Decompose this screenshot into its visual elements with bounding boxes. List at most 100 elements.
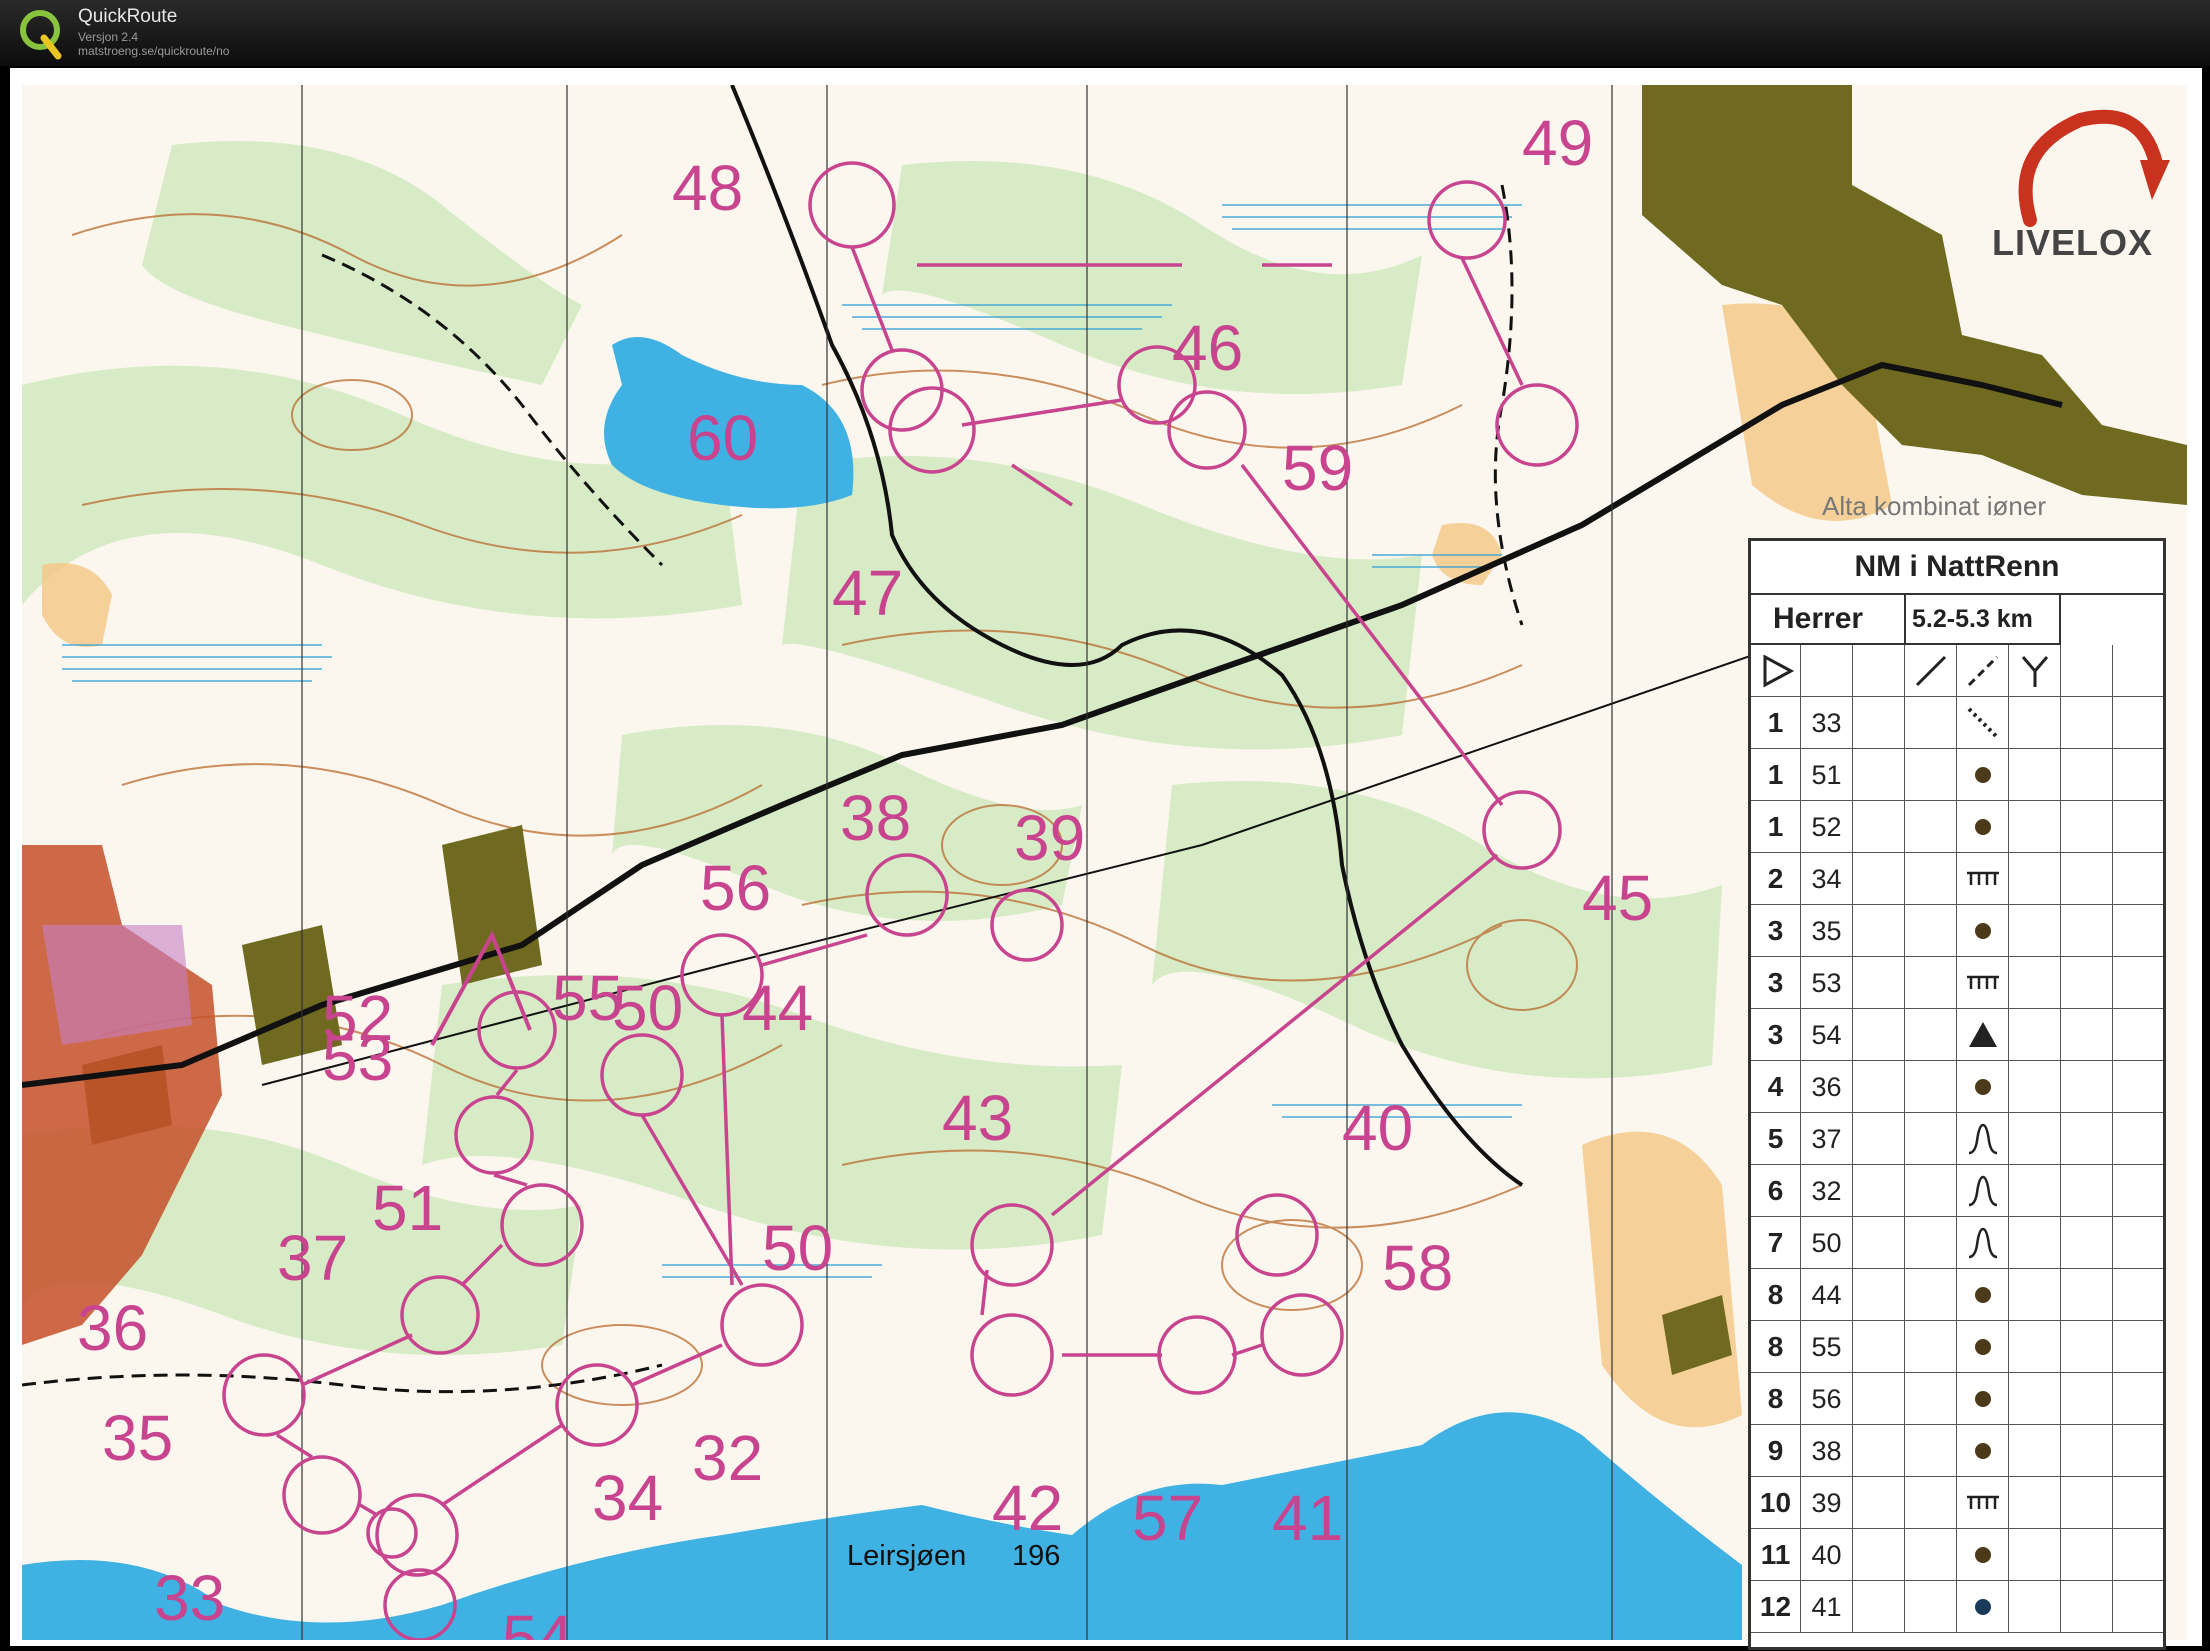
control-row: 3 53 bbox=[1751, 957, 2163, 1009]
control-number-53: 53 bbox=[322, 1022, 393, 1094]
control-code: 32 bbox=[1801, 1165, 1853, 1216]
control-sequence: 11 bbox=[1751, 1529, 1801, 1580]
control-code: 39 bbox=[1801, 1477, 1853, 1528]
quickroute-logo-icon bbox=[20, 10, 62, 60]
control-number-33: 33 bbox=[154, 1562, 225, 1634]
purple-hatched-area bbox=[42, 925, 192, 1045]
title-bar: QuickRoute Versjon 2.4 matstroeng.se/qui… bbox=[0, 0, 2210, 66]
control-code: 51 bbox=[1801, 749, 1853, 800]
control-row: 3 35 bbox=[1751, 905, 2163, 957]
control-code: 52 bbox=[1801, 801, 1853, 852]
control-number-59: 59 bbox=[1282, 432, 1353, 504]
control-row: 9 38 bbox=[1751, 1425, 2163, 1477]
place-label: Alta kombinat iøner bbox=[1822, 491, 2046, 521]
control-number-42: 42 bbox=[992, 1472, 1063, 1544]
dot-icon bbox=[1975, 1547, 1991, 1563]
control-sequence: 8 bbox=[1751, 1321, 1801, 1372]
control-number-35: 35 bbox=[102, 1402, 173, 1474]
control-code: 53 bbox=[1801, 957, 1853, 1008]
control-code: 40 bbox=[1801, 1529, 1853, 1580]
control-row: 8 55 bbox=[1751, 1321, 2163, 1373]
control-description-card: NM i NattRenn Herrer 5.2-5.3 km 1 33 1 51 1 5… bbox=[1748, 538, 2166, 1650]
livelox-watermark: LIVELOX bbox=[1992, 222, 2154, 263]
app-name: QuickRoute bbox=[78, 6, 178, 27]
control-number-51: 51 bbox=[372, 1172, 443, 1244]
control-number-54: 54 bbox=[502, 1602, 573, 1640]
elevation-label: 196 bbox=[1012, 1540, 1060, 1572]
control-number-43: 43 bbox=[942, 1082, 1013, 1154]
control-code: 55 bbox=[1801, 1321, 1853, 1372]
comb-icon bbox=[1967, 1495, 1999, 1509]
control-sequence: 4 bbox=[1751, 1061, 1801, 1112]
small-path-icon bbox=[1967, 655, 1999, 687]
control-sequence: 2 bbox=[1751, 853, 1801, 904]
knoll-icon bbox=[1968, 1175, 1998, 1207]
control-number-57: 57 bbox=[1132, 1482, 1203, 1554]
dot-icon bbox=[1975, 1443, 1991, 1459]
knoll-icon bbox=[1968, 1227, 1998, 1259]
path-junction-icon bbox=[2021, 656, 2049, 687]
app-version: Versjon 2.4 bbox=[78, 30, 139, 44]
dotted-line-icon bbox=[1967, 707, 1999, 739]
control-number-32: 32 bbox=[692, 1422, 763, 1494]
control-sequence: 3 bbox=[1751, 905, 1801, 956]
control-code: 54 bbox=[1801, 1009, 1853, 1060]
control-sequence: 5 bbox=[1751, 1113, 1801, 1164]
control-number-60: 60 bbox=[687, 402, 758, 474]
control-number-49: 49 bbox=[1522, 107, 1593, 179]
control-row: 4 36 bbox=[1751, 1061, 2163, 1113]
comb-icon bbox=[1967, 975, 1999, 989]
control-number-46: 46 bbox=[1172, 312, 1243, 384]
control-number-58: 58 bbox=[1382, 1232, 1453, 1304]
comb-icon bbox=[1967, 871, 1999, 885]
control-row: 5 37 bbox=[1751, 1113, 2163, 1165]
control-row: 8 44 bbox=[1751, 1269, 2163, 1321]
control-number-50: 50 bbox=[612, 972, 683, 1044]
control-number-38: 38 bbox=[840, 782, 911, 854]
control-code: 35 bbox=[1801, 905, 1853, 956]
control-row: 6 32 bbox=[1751, 1165, 2163, 1217]
control-number-50: 50 bbox=[762, 1212, 833, 1284]
dot-icon bbox=[1975, 1339, 1991, 1355]
dot-icon bbox=[1975, 819, 1991, 835]
control-sequence: 7 bbox=[1751, 1217, 1801, 1268]
knoll-icon bbox=[1968, 1123, 1998, 1155]
dot-icon bbox=[1975, 1079, 1991, 1095]
control-sequence: 1 bbox=[1751, 801, 1801, 852]
control-number-37: 37 bbox=[277, 1222, 348, 1294]
control-row: 7 50 bbox=[1751, 1217, 2163, 1269]
app-url: matstroeng.se/quickroute/no bbox=[78, 44, 230, 58]
control-row: 1 52 bbox=[1751, 801, 2163, 853]
control-sequence: 1 bbox=[1751, 749, 1801, 800]
course-class: Herrer bbox=[1751, 593, 1906, 645]
control-code: 36 bbox=[1801, 1061, 1853, 1112]
control-code: 44 bbox=[1801, 1269, 1853, 1320]
control-number-40: 40 bbox=[1342, 1092, 1413, 1164]
control-number-36: 36 bbox=[77, 1292, 148, 1364]
control-row: 1 51 bbox=[1751, 749, 2163, 801]
control-row: 8 56 bbox=[1751, 1373, 2163, 1425]
control-sequence: 8 bbox=[1751, 1269, 1801, 1320]
control-sequence: 3 bbox=[1751, 957, 1801, 1008]
control-sequence: 3 bbox=[1751, 1009, 1801, 1060]
control-sequence: 12 bbox=[1751, 1581, 1801, 1632]
control-code: 38 bbox=[1801, 1425, 1853, 1476]
control-code: 41 bbox=[1801, 1581, 1853, 1632]
event-title: NM i NattRenn bbox=[1751, 541, 2163, 595]
start-triangle-icon bbox=[1763, 654, 1795, 688]
start-row bbox=[1751, 645, 2163, 697]
course-length: 5.2-5.3 km bbox=[1906, 593, 2061, 645]
path-icon bbox=[1915, 655, 1947, 687]
dot-icon bbox=[1975, 1391, 1991, 1407]
control-code: 50 bbox=[1801, 1217, 1853, 1268]
control-number-39: 39 bbox=[1014, 802, 1085, 874]
control-number-34: 34 bbox=[592, 1462, 663, 1534]
control-number-41: 41 bbox=[1272, 1482, 1343, 1554]
lake-label: Leirsjøen bbox=[847, 1540, 966, 1572]
control-code: 34 bbox=[1801, 853, 1853, 904]
control-row: 12 41 bbox=[1751, 1581, 2163, 1633]
control-sequence: 1 bbox=[1751, 697, 1801, 748]
control-row: 3 54 bbox=[1751, 1009, 2163, 1061]
control-number-56: 56 bbox=[700, 852, 771, 924]
dot-icon bbox=[1975, 1287, 1991, 1303]
